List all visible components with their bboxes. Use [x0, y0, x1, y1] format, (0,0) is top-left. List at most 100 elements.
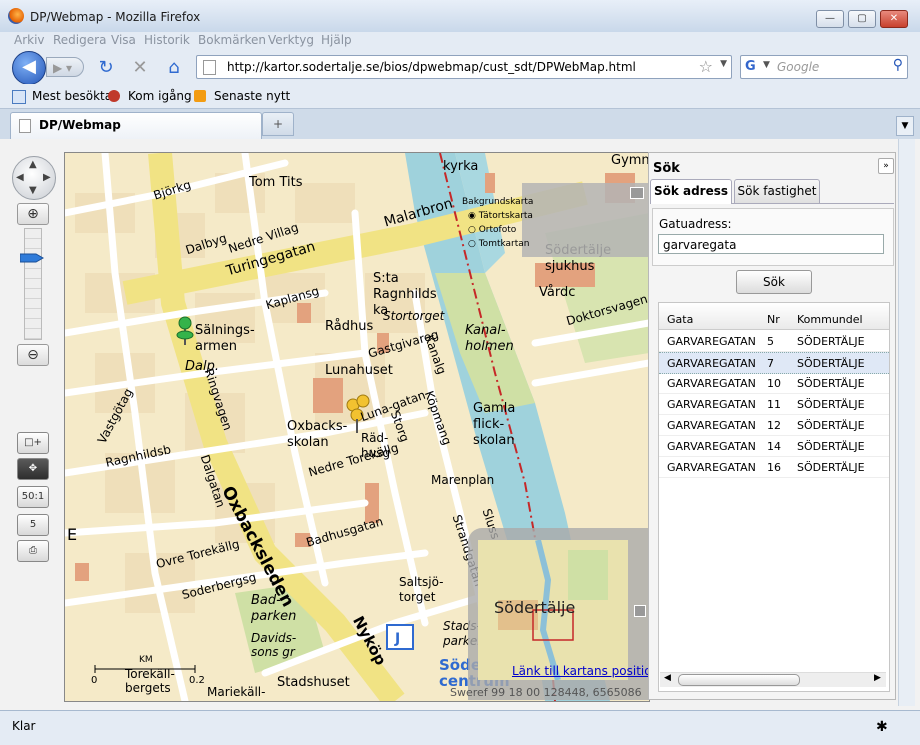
collapse-panel-icon[interactable]: » — [878, 158, 894, 174]
home-icon[interactable]: ⌂ — [164, 58, 184, 78]
cell-gata: GARVAREGATAN — [667, 419, 756, 432]
map-position-link[interactable]: Länk till kartans position — [512, 664, 659, 678]
column-header-kommundel[interactable]: Kommundel — [797, 313, 863, 326]
table-row[interactable]: GARVAREGATAN 11 SÖDERTÄLJE — [659, 394, 889, 415]
pan-tool[interactable]: ✥ — [17, 458, 49, 480]
menu-redigera[interactable]: Redigera — [53, 33, 106, 47]
map-label: Torekäll-bergets — [125, 667, 175, 695]
cell-nr: 12 — [767, 419, 781, 432]
close-button[interactable]: ✕ — [880, 10, 908, 28]
window-title: DP/Webmap - Mozilla Firefox — [30, 10, 201, 24]
tab-list-icon[interactable]: ▼ — [896, 116, 914, 136]
scale-tool[interactable]: 50:1 — [17, 486, 49, 508]
google-icon[interactable]: G — [745, 59, 761, 75]
search-placeholder[interactable]: Google — [777, 60, 819, 74]
bus-stop-letter: J — [394, 631, 400, 647]
cell-nr: 14 — [767, 440, 781, 453]
tab-dpwebmap[interactable]: DP/Webmap — [10, 112, 262, 139]
cell-kommundel: SÖDERTÄLJE — [797, 335, 865, 348]
panel-title: Sök — [653, 161, 680, 176]
page-tool[interactable]: 5 — [17, 514, 49, 536]
table-row-selected[interactable]: GARVAREGATAN 7 SÖDERTÄLJE — [659, 352, 889, 374]
zoom-out-button[interactable]: ⊖ — [17, 344, 49, 366]
layer-switcher[interactable]: Bakgrundskarta ◉ Tätortskarta ○ Ortofoto… — [462, 183, 648, 257]
scale-start: 0 — [91, 675, 98, 686]
layer-option-tatortskarta[interactable]: ◉ Tätortskarta — [468, 211, 533, 221]
bookmark-star-icon[interactable]: ☆ — [699, 57, 713, 76]
forward-button[interactable]: ▶ ▾ — [46, 57, 84, 77]
bookmark-most-visited[interactable]: Mest besökta — [32, 89, 112, 103]
cell-gata: GARVAREGATAN — [667, 357, 756, 370]
rss-icon — [194, 90, 206, 102]
scroll-right-icon[interactable]: ▶ — [874, 673, 881, 683]
menu-hjalp[interactable]: Hjälp — [321, 33, 352, 47]
reload-icon[interactable]: ↻ — [96, 58, 116, 78]
table-scroll-thumb[interactable] — [678, 674, 800, 686]
stop-icon[interactable]: ✕ — [130, 58, 150, 78]
layer-panel-minimize-icon[interactable] — [630, 187, 644, 199]
table-header: Gata Nr Kommundel — [659, 303, 889, 330]
column-header-gata[interactable]: Gata — [667, 313, 693, 326]
zoom-box-tool[interactable]: □+ — [17, 432, 49, 454]
menu-verktyg[interactable]: Verktyg — [268, 33, 314, 47]
table-row[interactable]: GARVAREGATAN 14 SÖDERTÄLJE — [659, 436, 889, 457]
menu-arkiv[interactable]: Arkiv — [14, 33, 45, 47]
table-row[interactable]: GARVAREGATAN 10 SÖDERTÄLJE — [659, 373, 889, 394]
tab-search-address[interactable]: Sök adress — [650, 179, 732, 204]
address-input[interactable]: garvaregata — [658, 234, 884, 254]
scroll-left-icon[interactable]: ◀ — [664, 673, 671, 683]
zoom-slider-handle[interactable] — [20, 252, 44, 264]
status-text: Klar — [12, 719, 36, 733]
scale-end: 0.2 — [189, 675, 205, 686]
menu-visa[interactable]: Visa — [111, 33, 136, 47]
map-label: Stortorget — [383, 309, 445, 323]
map-label: Gamla flick-skolan — [473, 401, 516, 448]
bookmark-getting-started[interactable]: Kom igång — [128, 89, 192, 103]
bookmark-latest-news[interactable]: Senaste nytt — [214, 89, 290, 103]
search-engine-dropdown-icon[interactable]: ▼ — [763, 60, 770, 70]
layer-option-tomtkartan[interactable]: ○ Tomtkartan — [468, 239, 530, 249]
print-tool[interactable]: ⎙ — [17, 540, 49, 562]
window-titlebar: DP/Webmap - Mozilla Firefox — ▢ ✕ — [0, 0, 920, 33]
column-header-nr[interactable]: Nr — [767, 313, 780, 326]
pan-right-icon[interactable]: ▶ — [43, 172, 51, 183]
layer-option-ortofoto[interactable]: ○ Ortofoto — [468, 225, 516, 235]
url-dropdown-icon[interactable]: ▼ — [720, 59, 727, 69]
overview-minimize-icon[interactable] — [634, 605, 646, 617]
table-row[interactable]: GARVAREGATAN 12 SÖDERTÄLJE — [659, 415, 889, 436]
zoom-in-button[interactable]: ⊕ — [17, 203, 49, 225]
maximize-button[interactable]: ▢ — [848, 10, 876, 28]
cell-nr: 5 — [767, 335, 774, 348]
panel-tabs: Sök adress Sök fastighet — [650, 179, 894, 204]
zoom-slider[interactable] — [24, 228, 42, 340]
table-row[interactable]: GARVAREGATAN 16 SÖDERTÄLJE — [659, 457, 889, 478]
search-box[interactable]: G ▼ Google ⚲ — [740, 55, 908, 79]
pan-down-icon[interactable]: ▼ — [29, 185, 37, 196]
search-icon[interactable]: ⚲ — [893, 57, 903, 73]
tab-search-property[interactable]: Sök fastighet — [734, 179, 820, 203]
url-text[interactable]: http://kartor.sodertalje.se/bios/dpwebma… — [227, 60, 636, 74]
pan-left-icon[interactable]: ◀ — [16, 172, 24, 183]
map-label: Lunahuset — [325, 363, 393, 378]
map-label: Mariekäll- — [207, 685, 266, 699]
minimize-button[interactable]: — — [816, 10, 844, 28]
addon-bug-icon[interactable]: ✱ — [876, 719, 888, 735]
cell-nr: 11 — [767, 398, 781, 411]
scale-unit: KM — [139, 655, 153, 665]
page-vertical-scrollbar[interactable] — [898, 139, 915, 706]
url-bar[interactable]: http://kartor.sodertalje.se/bios/dpwebma… — [196, 55, 732, 79]
menu-historik[interactable]: Historik — [144, 33, 190, 47]
overview-map[interactable]: Södertälje — [478, 539, 628, 681]
back-button[interactable]: ◀ — [12, 51, 46, 85]
cell-nr: 10 — [767, 377, 781, 390]
search-button[interactable]: Sök — [736, 270, 812, 294]
cell-gata: GARVAREGATAN — [667, 335, 756, 348]
layer-option-label: Ortofoto — [478, 225, 517, 235]
page-icon — [19, 119, 31, 133]
pan-control[interactable]: ▲ ▼ ◀ ▶ — [12, 156, 56, 200]
cell-kommundel: SÖDERTÄLJE — [797, 419, 865, 432]
menu-bokmarken[interactable]: Bokmärken — [198, 33, 266, 47]
pan-up-icon[interactable]: ▲ — [29, 159, 37, 170]
table-row[interactable]: GARVAREGATAN 5 SÖDERTÄLJE — [659, 331, 889, 352]
new-tab-button[interactable]: + — [262, 112, 294, 136]
